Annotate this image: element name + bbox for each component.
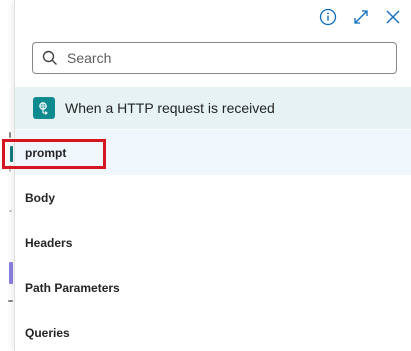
trigger-title: When a HTTP request is received: [65, 100, 275, 116]
search-icon: [41, 49, 59, 67]
list-item-queries[interactable]: Queries: [15, 310, 411, 351]
trigger-section-header[interactable]: When a HTTP request is received: [15, 87, 411, 129]
canvas-connector: [8, 300, 13, 302]
list-item-path-parameters[interactable]: Path Parameters: [15, 265, 411, 310]
http-request-icon: [33, 97, 55, 119]
search-field[interactable]: [32, 42, 397, 74]
close-icon[interactable]: [382, 6, 404, 28]
list-item-label: Headers: [25, 235, 73, 250]
background-canvas-strip: [0, 0, 13, 351]
annotation-highlight-box: [2, 139, 106, 169]
info-icon[interactable]: [317, 6, 339, 28]
canvas-connector: [9, 132, 11, 138]
list-item-headers[interactable]: Headers: [15, 220, 411, 265]
expand-icon[interactable]: [350, 6, 372, 28]
canvas-connector: [9, 210, 12, 212]
panel-toolbar: [15, 0, 411, 34]
list-item-label: Queries: [25, 325, 70, 340]
search-input[interactable]: [67, 50, 387, 66]
dynamic-content-panel: When a HTTP request is received prompt B…: [14, 0, 411, 351]
canvas-node-edge: [9, 262, 13, 284]
list-item-label: Path Parameters: [25, 280, 120, 295]
list-item-body[interactable]: Body: [15, 175, 411, 220]
list-item-label: Body: [25, 190, 55, 205]
